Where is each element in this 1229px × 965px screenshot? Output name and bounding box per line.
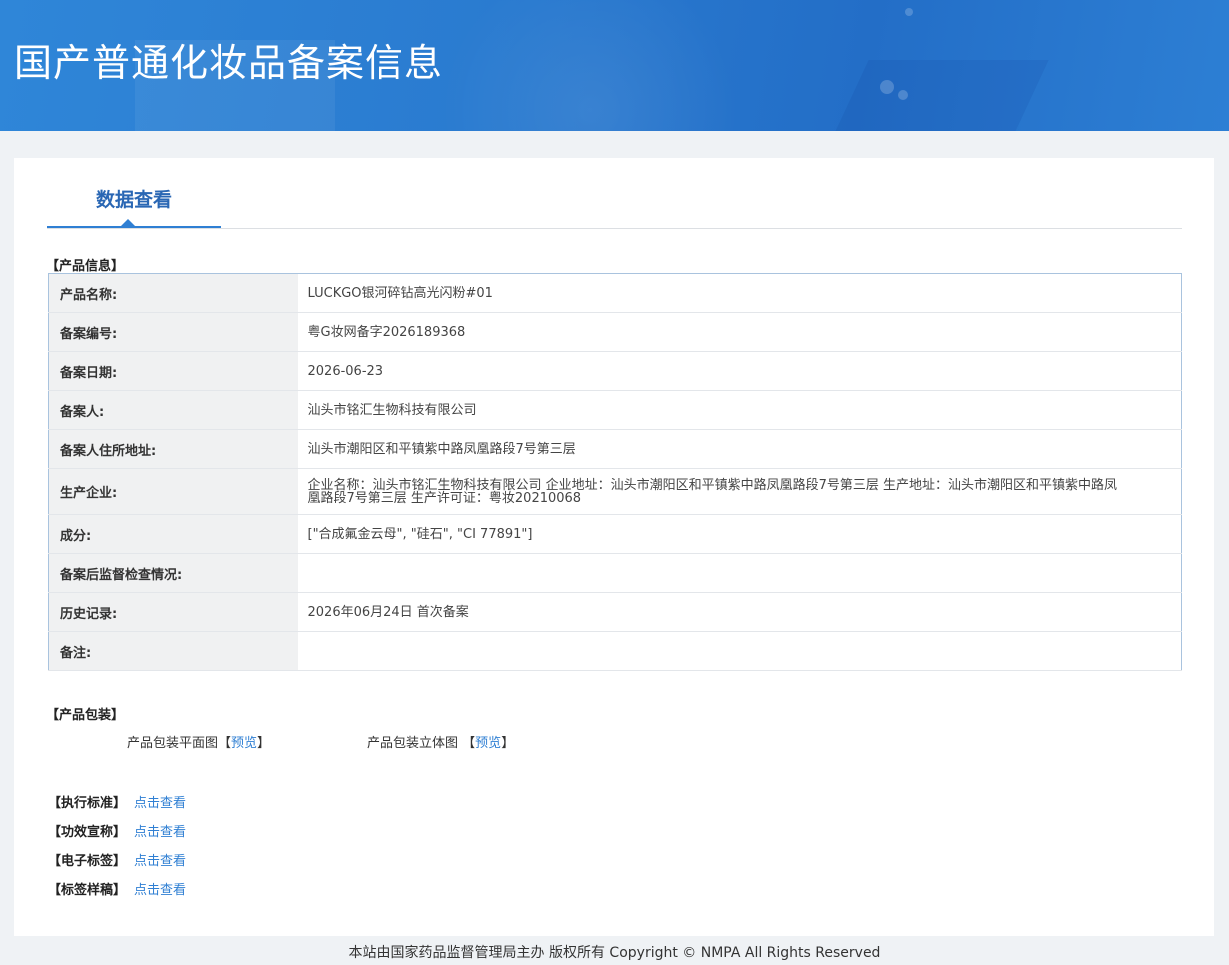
table-row: 备案日期: 2026-06-23 — [48, 351, 1182, 391]
row-value: LUCKGO银河碎钻高光闪粉#01 — [297, 273, 1182, 313]
preview-flat-link[interactable]: 预览 — [231, 736, 257, 751]
row-label: 产品名称: — [48, 273, 298, 313]
product-info-table: 产品名称: LUCKGO银河碎钻高光闪粉#01 备案编号: 粤G妆网备字2026… — [48, 273, 1182, 671]
active-tab-caret-icon — [121, 219, 135, 226]
header-decoration — [898, 90, 908, 100]
packaging-flat-label: 产品包装平面图 — [127, 736, 219, 751]
row-label: 成分: — [48, 514, 298, 554]
row-label: 备案日期: — [48, 351, 298, 391]
row-label: 备案人: — [48, 390, 298, 430]
efficacy-view-link[interactable]: 点击查看 — [134, 825, 186, 840]
page-title: 国产普通化妆品备案信息 — [14, 41, 444, 85]
table-row: 产品名称: LUCKGO银河碎钻高光闪粉#01 — [48, 273, 1182, 313]
table-row: 备注: — [48, 631, 1182, 671]
e-label-row: 【电子标签】 点击查看 — [48, 850, 186, 869]
row-value — [297, 553, 1182, 593]
table-row: 备案人: 汕头市铭汇生物科技有限公司 — [48, 390, 1182, 430]
row-value: 粤G妆网备字2026189368 — [297, 312, 1182, 352]
standard-view-link[interactable]: 点击查看 — [134, 796, 186, 811]
table-row: 成分: ["合成氟金云母", "硅石", "CI 77891"] — [48, 514, 1182, 554]
bracket-close: 】 — [257, 736, 271, 751]
label-draft-title: 【标签样稿】 — [48, 883, 127, 898]
row-label: 备案后监督检查情况: — [48, 553, 298, 593]
bracket-open: 【 — [462, 736, 476, 751]
row-label: 生产企业: — [48, 468, 298, 515]
header-decoration — [831, 60, 1049, 131]
efficacy-title: 【功效宣称】 — [48, 825, 127, 840]
standard-row: 【执行标准】 点击查看 — [48, 792, 186, 811]
row-value: 汕头市铭汇生物科技有限公司 — [297, 390, 1182, 430]
row-label: 历史记录: — [48, 592, 298, 632]
row-label: 备案人住所地址: — [48, 429, 298, 469]
row-value: 2026年06月24日 首次备案 — [297, 592, 1182, 632]
product-info-title: 【产品信息】 — [46, 259, 125, 274]
preview-solid-link[interactable]: 预览 — [475, 736, 501, 751]
table-row: 备案后监督检查情况: — [48, 553, 1182, 593]
tab-label: 数据查看 — [95, 189, 172, 211]
row-value — [297, 631, 1182, 671]
tab-data-view[interactable]: 数据查看 — [47, 158, 221, 228]
tab-bar: 数据查看 — [47, 158, 1182, 229]
header-decoration — [880, 80, 894, 94]
row-value: 汕头市潮阳区和平镇紫中路凤凰路段7号第三层 — [297, 429, 1182, 469]
e-label-title: 【电子标签】 — [48, 854, 127, 869]
bracket-open: 【 — [218, 736, 232, 751]
footer-copyright: 本站由国家药品监督管理局主办 版权所有 Copyright © NMPA All… — [348, 945, 881, 961]
efficacy-row: 【功效宣称】 点击查看 — [48, 821, 186, 840]
e-label-view-link[interactable]: 点击查看 — [134, 854, 186, 869]
table-row: 备案人住所地址: 汕头市潮阳区和平镇紫中路凤凰路段7号第三层 — [48, 429, 1182, 469]
row-label: 备案编号: — [48, 312, 298, 352]
header-decoration — [440, 0, 740, 131]
page-header: 国产普通化妆品备案信息 — [0, 0, 1229, 131]
bracket-close: 】 — [501, 736, 515, 751]
label-draft-view-link[interactable]: 点击查看 — [134, 883, 186, 898]
table-row: 历史记录: 2026年06月24日 首次备案 — [48, 592, 1182, 632]
row-label: 备注: — [48, 631, 298, 671]
label-draft-row: 【标签样稿】 点击查看 — [48, 879, 186, 898]
table-row: 备案编号: 粤G妆网备字2026189368 — [48, 312, 1182, 352]
row-value: 企业名称：汕头市铭汇生物科技有限公司 企业地址：汕头市潮阳区和平镇紫中路凤凰路段… — [297, 468, 1182, 515]
packaging-title: 【产品包装】 — [46, 708, 125, 723]
standard-title: 【执行标准】 — [48, 796, 127, 811]
row-value: ["合成氟金云母", "硅石", "CI 77891"] — [297, 514, 1182, 554]
header-decoration — [905, 8, 913, 16]
packaging-solid-label: 产品包装立体图 — [367, 736, 459, 751]
packaging-flat: 产品包装平面图【预览】 — [127, 732, 270, 751]
packaging-solid: 产品包装立体图 【预览】 — [367, 732, 514, 751]
content-panel: 数据查看 【产品信息】 产品名称: LUCKGO银河碎钻高光闪粉#01 备案编号… — [14, 158, 1214, 936]
table-row: 生产企业: 企业名称：汕头市铭汇生物科技有限公司 企业地址：汕头市潮阳区和平镇紫… — [48, 468, 1182, 515]
row-value: 2026-06-23 — [297, 351, 1182, 391]
